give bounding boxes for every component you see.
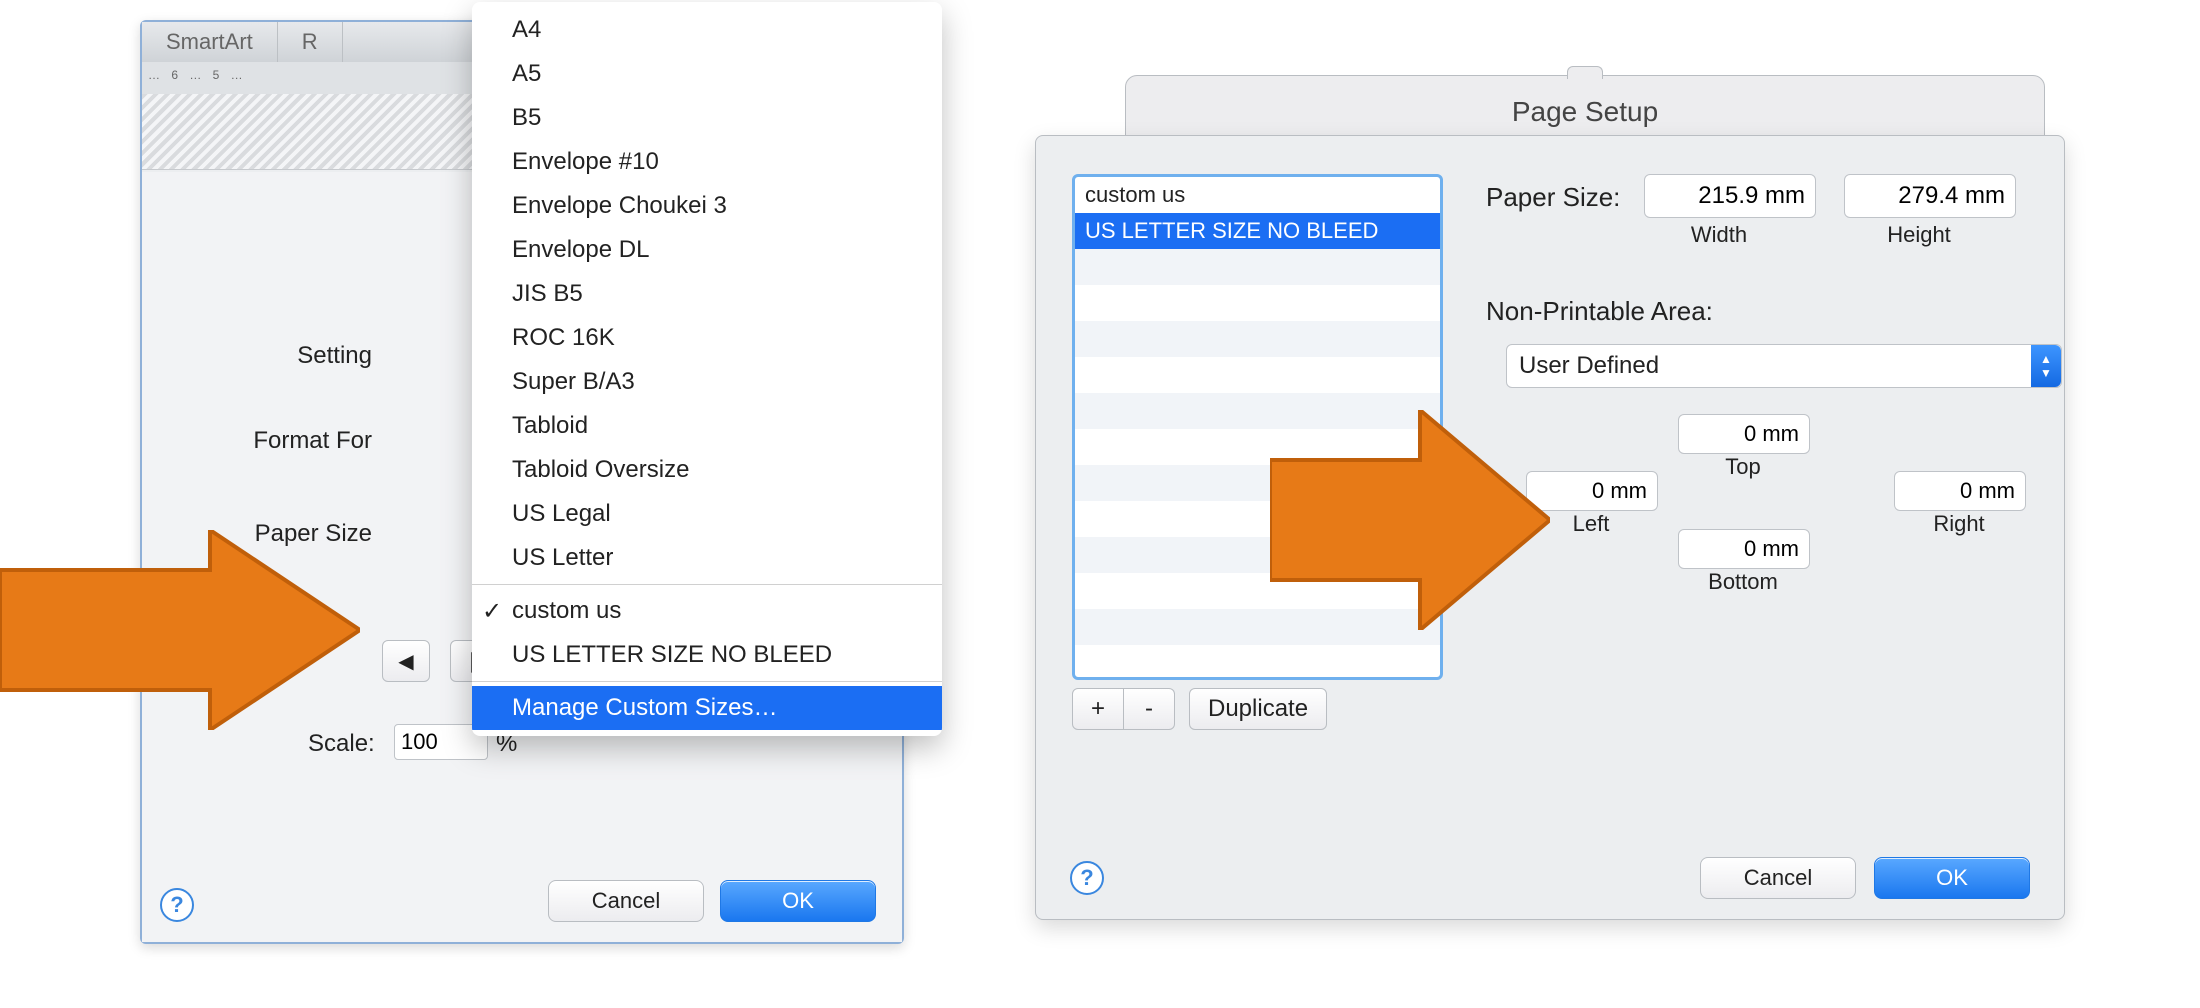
size-custom-us[interactable]: custom us [472, 589, 942, 633]
margin-top-label: Top [1678, 454, 1808, 480]
list-item [1075, 321, 1440, 357]
paper-size-label: Paper Size: [1486, 182, 1620, 213]
npa-label: Non-Printable Area: [1486, 296, 1713, 327]
size-envelope10[interactable]: Envelope #10 [472, 140, 942, 184]
list-item [1075, 429, 1440, 465]
custom-sizes-list[interactable]: custom us US LETTER SIZE NO BLEED [1072, 174, 1443, 680]
help-icon[interactable]: ? [160, 888, 194, 922]
cancel-button[interactable]: Cancel [548, 880, 704, 922]
list-item [1075, 465, 1440, 501]
list-item [1075, 249, 1440, 285]
manage-custom-sizes[interactable]: Manage Custom Sizes… [472, 686, 942, 730]
remove-size-button[interactable]: - [1124, 688, 1175, 730]
npa-select[interactable]: User Defined ▲▼ [1506, 344, 2062, 388]
list-item [1075, 573, 1440, 609]
margin-left-input[interactable] [1526, 471, 1658, 511]
height-label: Height [1844, 222, 1994, 248]
margin-bottom-label: Bottom [1678, 569, 1808, 595]
size-superba3[interactable]: Super B/A3 [472, 360, 942, 404]
cancel-button[interactable]: Cancel [1700, 857, 1856, 899]
size-jisb5[interactable]: JIS B5 [472, 272, 942, 316]
list-item [1075, 537, 1440, 573]
size-uslegal[interactable]: US Legal [472, 492, 942, 536]
size-a4[interactable]: A4 [472, 8, 942, 52]
paper-size-dropdown[interactable]: A4 A5 B5 Envelope #10 Envelope Choukei 3… [472, 2, 942, 736]
size-b5[interactable]: B5 [472, 96, 942, 140]
tab-r[interactable]: R [278, 22, 343, 62]
page-setup-dialog: custom us US LETTER SIZE NO BLEED + - Du… [1035, 135, 2065, 920]
margin-left-label: Left [1526, 511, 1656, 537]
size-a5[interactable]: A5 [472, 52, 942, 96]
size-roc16k[interactable]: ROC 16K [472, 316, 942, 360]
scale-label: Scale: [308, 730, 375, 758]
list-item [1075, 357, 1440, 393]
size-usletter-nobleed[interactable]: US LETTER SIZE NO BLEED [472, 633, 942, 677]
settings-label: Setting [132, 342, 372, 370]
list-item [1075, 393, 1440, 429]
list-item [1075, 609, 1440, 645]
size-usletter[interactable]: US Letter [472, 536, 942, 580]
margin-right-input[interactable] [1894, 471, 2026, 511]
tab-smartart[interactable]: SmartArt [142, 22, 278, 62]
add-size-button[interactable]: + [1072, 688, 1124, 730]
duplicate-size-button[interactable]: Duplicate [1189, 688, 1327, 730]
margin-bottom-input[interactable] [1678, 529, 1810, 569]
list-item[interactable]: custom us [1075, 177, 1440, 213]
prev-page-button[interactable]: ◀ [382, 640, 430, 682]
ok-button[interactable]: OK [1874, 857, 2030, 899]
format-for-label: Format For [132, 427, 372, 455]
page-setup-title: Page Setup [1512, 96, 1658, 128]
list-item[interactable]: US LETTER SIZE NO BLEED [1075, 213, 1440, 249]
margin-right-label: Right [1894, 511, 2024, 537]
paper-height-input[interactable] [1844, 174, 2016, 218]
size-choukei3[interactable]: Envelope Choukei 3 [472, 184, 942, 228]
ok-button[interactable]: OK [720, 880, 876, 922]
npa-stepper-icon[interactable]: ▲▼ [2031, 345, 2061, 387]
paper-width-input[interactable] [1644, 174, 1816, 218]
margin-top-input[interactable] [1678, 414, 1810, 454]
list-item [1075, 501, 1440, 537]
size-envelopedl[interactable]: Envelope DL [472, 228, 942, 272]
paper-size-label: Paper Size [132, 520, 372, 548]
size-tabloid[interactable]: Tabloid [472, 404, 942, 448]
list-item [1075, 285, 1440, 321]
width-label: Width [1644, 222, 1794, 248]
size-tabloid-oversize[interactable]: Tabloid Oversize [472, 448, 942, 492]
help-icon[interactable]: ? [1070, 861, 1104, 895]
page-setup-dropdown-dialog: SmartArt R … 6 … 5 … … 5 … 6 … 7 Setting… [140, 20, 904, 944]
npa-value: User Defined [1519, 352, 1659, 380]
